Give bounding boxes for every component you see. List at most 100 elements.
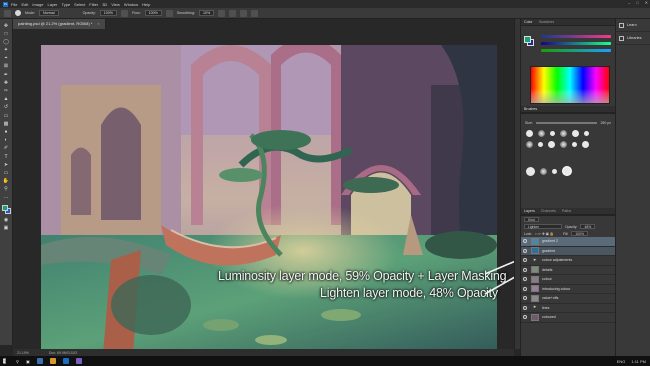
color-swatches[interactable] bbox=[1, 204, 11, 215]
taskbar-app-icon[interactable] bbox=[75, 358, 82, 364]
photoshop-taskbar-icon[interactable] bbox=[62, 358, 69, 364]
zoom-tool-icon[interactable]: ⚲ bbox=[2, 186, 10, 193]
history-brush-tool-icon[interactable]: ↺ bbox=[2, 104, 10, 111]
crop-tool-icon[interactable]: ⌖ bbox=[2, 55, 10, 62]
more-tools-icon[interactable]: … bbox=[2, 194, 10, 201]
foreground-color-chip[interactable] bbox=[524, 36, 531, 43]
visibility-eye-icon[interactable] bbox=[523, 267, 527, 272]
brush-preset[interactable] bbox=[560, 141, 567, 148]
lock-icons[interactable]: □ ✑ ✥ ▣ 🔒 bbox=[535, 232, 554, 236]
taskbar-app-icon[interactable] bbox=[36, 358, 43, 364]
tab-channels[interactable]: Channels bbox=[541, 208, 556, 214]
search-icon[interactable]: ⚲ bbox=[16, 359, 19, 364]
brush-preset[interactable] bbox=[526, 141, 533, 148]
quick-mask-icon[interactable]: ◉ bbox=[2, 216, 10, 223]
blue-slider[interactable] bbox=[541, 49, 611, 52]
menu-layer[interactable]: Layer bbox=[47, 2, 57, 7]
symmetry-icon[interactable] bbox=[251, 9, 259, 17]
flow-field[interactable]: 100% bbox=[144, 10, 162, 16]
layer-row[interactable]: details bbox=[521, 266, 615, 275]
language-indicator[interactable]: ENG bbox=[617, 359, 626, 364]
smoothing-field[interactable]: 10% bbox=[198, 10, 215, 16]
layer-row[interactable]: introducing colour bbox=[521, 285, 615, 294]
visibility-eye-icon[interactable] bbox=[523, 277, 527, 282]
healing-brush-tool-icon[interactable]: ✚ bbox=[2, 79, 10, 86]
menu-select[interactable]: Select bbox=[74, 2, 85, 7]
menu-window[interactable]: Window bbox=[124, 2, 138, 7]
zoom-level[interactable]: 21.19% bbox=[17, 351, 29, 355]
red-slider[interactable] bbox=[541, 35, 611, 38]
visibility-eye-icon[interactable] bbox=[523, 286, 527, 291]
layer-row[interactable]: colour bbox=[521, 275, 615, 285]
blur-tool-icon[interactable]: ● bbox=[2, 128, 10, 135]
task-view-icon[interactable]: ▣ bbox=[26, 359, 30, 364]
layer-row[interactable]: ▸ colour adjustments bbox=[521, 256, 615, 266]
pressure-size-icon[interactable] bbox=[240, 9, 248, 17]
layer-row[interactable]: ▸ lines bbox=[521, 304, 615, 313]
side-item-learn[interactable]: Learn bbox=[616, 19, 650, 32]
lasso-tool-icon[interactable]: ◯ bbox=[2, 38, 10, 45]
menu-type[interactable]: Type bbox=[62, 2, 71, 7]
move-tool-icon[interactable]: ✥ bbox=[2, 22, 10, 29]
menu-file[interactable]: File bbox=[11, 2, 17, 7]
layer-row[interactable]: coloured bbox=[521, 313, 615, 323]
tab-layers[interactable]: Layers bbox=[524, 208, 535, 214]
menu-view[interactable]: View bbox=[111, 2, 120, 7]
color-sliders[interactable] bbox=[541, 35, 611, 56]
pressure-opacity-icon[interactable] bbox=[120, 9, 128, 17]
airbrush-icon[interactable] bbox=[165, 9, 173, 17]
menu-3d[interactable]: 3D bbox=[102, 2, 107, 7]
visibility-eye-icon[interactable] bbox=[523, 315, 527, 320]
layer-row[interactable]: gradient 2 bbox=[521, 237, 615, 247]
maximize-icon[interactable]: □ bbox=[636, 0, 638, 5]
hand-tool-icon[interactable]: ✋ bbox=[2, 178, 10, 185]
size-slider[interactable] bbox=[535, 122, 598, 124]
frame-tool-icon[interactable]: ⊠ bbox=[2, 63, 10, 70]
mode-select[interactable]: Normal bbox=[39, 10, 59, 16]
path-select-tool-icon[interactable]: ➤ bbox=[2, 161, 10, 168]
visibility-eye-icon[interactable] bbox=[523, 248, 527, 253]
dodge-tool-icon[interactable]: ◐ bbox=[2, 137, 10, 144]
side-item-libraries[interactable]: Libraries bbox=[616, 32, 650, 45]
layer-opacity-field[interactable]: 48% bbox=[580, 224, 596, 229]
brush-size-control[interactable]: Size: 250 px bbox=[525, 120, 611, 126]
brush-preset[interactable] bbox=[572, 130, 579, 137]
visibility-eye-icon[interactable] bbox=[523, 258, 527, 263]
menu-edit[interactable]: Edit bbox=[21, 2, 28, 7]
close-icon[interactable]: ✕ bbox=[645, 0, 648, 5]
brush-preset[interactable] bbox=[582, 141, 589, 148]
opacity-field[interactable]: 100% bbox=[99, 10, 117, 16]
layer-kind-filter[interactable]: Kind bbox=[524, 217, 539, 222]
size-value[interactable]: 250 px bbox=[600, 121, 611, 125]
brush-preset[interactable] bbox=[560, 130, 567, 137]
brush-preset[interactable] bbox=[538, 130, 545, 137]
brush-preset[interactable] bbox=[572, 142, 577, 147]
clock[interactable]: 1:11 PM bbox=[631, 359, 646, 364]
brush-tool-icon[interactable]: ✑ bbox=[2, 88, 10, 95]
green-slider[interactable] bbox=[541, 42, 611, 45]
type-tool-icon[interactable]: T bbox=[2, 153, 10, 160]
brush-preset[interactable] bbox=[538, 142, 543, 147]
menu-filter[interactable]: Filter bbox=[89, 2, 98, 7]
clone-stamp-tool-icon[interactable]: ▲ bbox=[2, 96, 10, 103]
screen-mode-icon[interactable]: ▣ bbox=[2, 225, 10, 232]
tab-color[interactable]: Color bbox=[524, 19, 533, 25]
marquee-tool-icon[interactable]: □ bbox=[2, 30, 10, 37]
visibility-eye-icon[interactable] bbox=[523, 239, 527, 244]
brush-preset[interactable] bbox=[548, 141, 555, 148]
visibility-eye-icon[interactable] bbox=[523, 305, 527, 310]
menu-image[interactable]: Image bbox=[32, 2, 43, 7]
brush-preset[interactable] bbox=[550, 131, 555, 136]
minimize-icon[interactable]: – bbox=[628, 0, 630, 5]
brush-preset[interactable] bbox=[526, 130, 533, 137]
close-tab-icon[interactable]: × bbox=[97, 19, 99, 29]
foreground-color-swatch[interactable] bbox=[2, 205, 8, 212]
brush-preset-selected[interactable] bbox=[562, 166, 572, 176]
tab-brushes[interactable]: Brushes bbox=[524, 106, 537, 112]
eyedropper-tool-icon[interactable]: ✒ bbox=[2, 71, 10, 78]
angle-icon[interactable] bbox=[229, 9, 237, 17]
settings-gear-icon[interactable] bbox=[218, 9, 226, 17]
folder-icon[interactable] bbox=[49, 358, 56, 364]
pen-tool-icon[interactable]: ✐ bbox=[2, 145, 10, 152]
visibility-eye-icon[interactable] bbox=[523, 296, 527, 301]
